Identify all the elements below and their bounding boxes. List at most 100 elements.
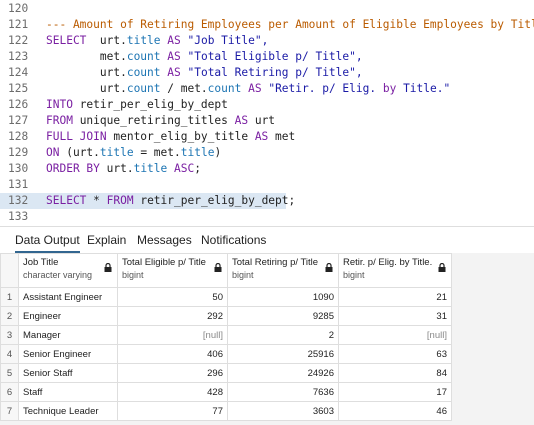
cell-total-retiring[interactable]: 25916 — [227, 344, 339, 364]
table-row[interactable]: 2 Engineer 292 9285 31 — [0, 306, 452, 326]
cell-total-retiring[interactable]: 7636 — [227, 382, 339, 402]
code-line[interactable]: 132 SELECT * FROM retir_per_elig_by_dept; — [0, 193, 295, 209]
cell-total-eligible[interactable]: 428 — [117, 382, 228, 402]
code-line[interactable]: 131 — [0, 177, 534, 193]
code-token: = met. — [133, 146, 181, 159]
row-number[interactable]: 2 — [0, 306, 19, 326]
code-line[interactable]: 127 FROM unique_retiring_titles AS urt — [0, 113, 534, 129]
code-token: FROM — [106, 194, 134, 207]
cell-job-title[interactable]: Senior Engineer — [18, 344, 118, 364]
code-line[interactable]: 120 — [0, 1, 534, 17]
code-token: count — [126, 82, 161, 95]
code-token: INTO — [46, 98, 73, 111]
code-text[interactable]: --- Amount of Retiring Employees per Amo… — [46, 17, 534, 33]
cell-retir-per-elig[interactable]: 31 — [338, 306, 452, 326]
column-header-job-title[interactable]: Job Title character varying — [18, 253, 118, 288]
code-token: FULL JOIN — [46, 130, 107, 143]
column-header-retir-per-elig[interactable]: Retir. p/ Elig. by Title. bigint — [338, 253, 452, 288]
tab-explain[interactable]: Explain — [87, 227, 126, 253]
row-number[interactable]: 3 — [0, 325, 19, 345]
row-number[interactable]: 4 — [0, 344, 19, 364]
cell-total-retiring[interactable]: 3603 — [227, 401, 339, 421]
cell-total-eligible[interactable]: [null] — [117, 325, 228, 345]
cell-total-eligible[interactable]: 77 — [117, 401, 228, 421]
sql-editor[interactable]: 120 121 --- Amount of Retiring Employees p… — [0, 0, 534, 226]
code-text[interactable]: met.count AS "Total Eligible p/ Title", — [46, 49, 363, 65]
column-type: character varying — [23, 270, 93, 280]
code-line[interactable]: 122 SELECT urt.title AS "Job Title", — [0, 33, 534, 49]
code-token: by — [382, 82, 397, 95]
cell-job-title[interactable]: Engineer — [18, 306, 118, 326]
code-text[interactable]: urt.count AS "Total Retiring p/ Title", — [46, 65, 363, 81]
tab-data-output[interactable]: Data Output — [15, 227, 80, 253]
cell-total-eligible[interactable]: 406 — [117, 344, 228, 364]
row-number[interactable]: 5 — [0, 363, 19, 383]
code-token: title — [180, 146, 215, 159]
line-number: 122 — [8, 34, 29, 47]
cell-job-title[interactable]: Technique Leader — [18, 401, 118, 421]
table-row[interactable]: 5 Senior Staff 296 24926 84 — [0, 363, 452, 383]
table-row[interactable]: 1 Assistant Engineer 50 1090 21 — [0, 287, 452, 307]
line-number: 128 — [8, 130, 29, 143]
cell-job-title[interactable]: Manager — [18, 325, 118, 345]
code-token: "Total Eligible p/ Title", — [180, 50, 363, 63]
code-line[interactable]: 125 urt.count / met.count AS "Retir. p/ … — [0, 81, 534, 97]
output-tabs: Data Output Explain Messages Notificatio… — [0, 226, 534, 254]
code-token: SELECT — [46, 34, 87, 47]
cell-total-retiring[interactable]: 9285 — [227, 306, 339, 326]
cell-total-eligible[interactable]: 292 — [117, 306, 228, 326]
cell-retir-per-elig[interactable]: 46 — [338, 401, 452, 421]
code-token: AS — [167, 34, 181, 47]
code-token: urt. — [99, 162, 134, 175]
cell-job-title[interactable]: Assistant Engineer — [18, 287, 118, 307]
tab-notifications[interactable]: Notifications — [201, 227, 266, 253]
line-number: 129 — [8, 146, 29, 159]
cell-total-retiring[interactable]: 1090 — [227, 287, 339, 307]
row-number[interactable]: 6 — [0, 382, 19, 402]
tab-messages[interactable]: Messages — [137, 227, 192, 253]
cell-total-retiring[interactable]: 2 — [227, 325, 339, 345]
code-token: title — [126, 34, 161, 47]
code-line[interactable]: 129 ON (urt.title = met.title) — [0, 145, 534, 161]
cell-job-title[interactable]: Senior Staff — [18, 363, 118, 383]
cell-retir-per-elig[interactable]: 21 — [338, 287, 452, 307]
code-text[interactable]: SELECT * FROM retir_per_elig_by_dept; — [46, 193, 295, 209]
code-text[interactable]: SELECT urt.title AS "Job Title", — [46, 33, 268, 49]
code-token: ) — [214, 146, 222, 159]
code-line[interactable]: 126 INTO retir_per_elig_by_dept — [0, 97, 534, 113]
cell-total-eligible[interactable]: 296 — [117, 363, 228, 383]
code-text[interactable]: INTO retir_per_elig_by_dept — [46, 97, 228, 113]
code-line[interactable]: 133 — [0, 209, 534, 225]
column-header-total-retiring[interactable]: Total Retiring p/ Title bigint — [227, 253, 339, 288]
row-number[interactable]: 1 — [0, 287, 19, 307]
code-text[interactable]: ORDER BY urt.title ASC; — [46, 161, 201, 177]
cell-retir-per-elig[interactable]: [null] — [338, 325, 452, 345]
code-line[interactable]: 121 --- Amount of Retiring Employees per … — [0, 17, 534, 33]
column-name: Retir. p/ Elig. by Title. — [343, 257, 433, 268]
row-number[interactable]: 7 — [0, 401, 19, 421]
table-row[interactable]: 4 Senior Engineer 406 25916 63 — [0, 344, 452, 364]
line-number: 120 — [8, 2, 29, 15]
cell-job-title[interactable]: Staff — [18, 382, 118, 402]
cell-total-retiring[interactable]: 24926 — [227, 363, 339, 383]
cell-retir-per-elig[interactable]: 84 — [338, 363, 452, 383]
cell-total-eligible[interactable]: 50 — [117, 287, 228, 307]
line-number: 127 — [8, 114, 29, 127]
code-line[interactable]: 124 urt.count AS "Total Retiring p/ Titl… — [0, 65, 534, 81]
code-line[interactable]: 130 ORDER BY urt.title ASC; — [0, 161, 534, 177]
column-type: bigint — [232, 270, 254, 280]
table-row[interactable]: 6 Staff 428 7636 17 — [0, 382, 452, 402]
table-row[interactable]: 3 Manager [null] 2 [null] — [0, 325, 452, 345]
code-token: --- Amount of Retiring Employees per Amo… — [46, 18, 534, 31]
code-text[interactable]: ON (urt.title = met.title) — [46, 145, 221, 161]
cell-retir-per-elig[interactable]: 17 — [338, 382, 452, 402]
code-line[interactable]: 123 met.count AS "Total Eligible p/ Titl… — [0, 49, 534, 65]
row-number-header[interactable] — [0, 253, 19, 288]
table-row[interactable]: 7 Technique Leader 77 3603 46 — [0, 401, 452, 421]
code-line[interactable]: 128 FULL JOIN mentor_elig_by_title AS met — [0, 129, 534, 145]
code-text[interactable]: FULL JOIN mentor_elig_by_title AS met — [46, 129, 295, 145]
code-text[interactable]: urt.count / met.count AS "Retir. p/ Elig… — [46, 81, 450, 97]
column-header-total-eligible[interactable]: Total Eligible p/ Title bigint — [117, 253, 228, 288]
cell-retir-per-elig[interactable]: 63 — [338, 344, 452, 364]
code-text[interactable]: FROM unique_retiring_titles AS urt — [46, 113, 275, 129]
